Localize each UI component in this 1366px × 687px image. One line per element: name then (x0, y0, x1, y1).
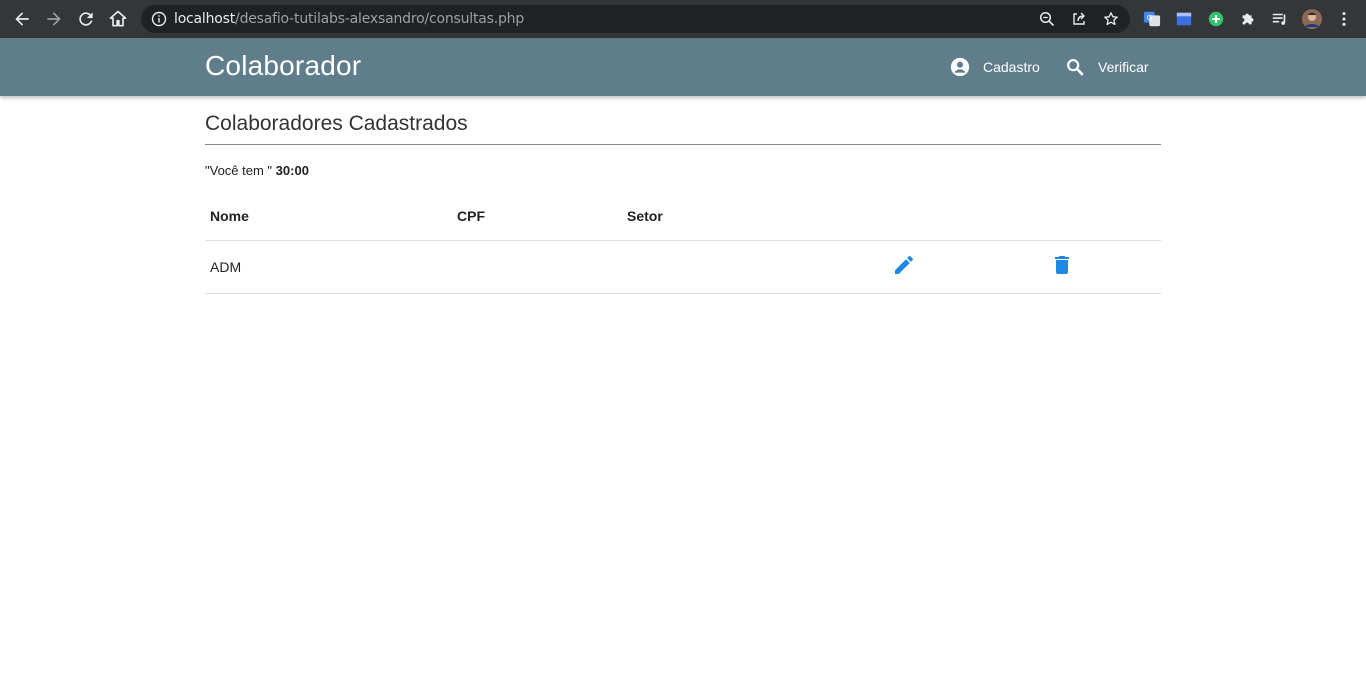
extensions-puzzle-icon[interactable] (1238, 9, 1258, 29)
back-icon[interactable] (10, 7, 34, 31)
bookmark-star-icon[interactable] (1103, 11, 1119, 27)
app-header: Colaborador Cadastro Verificar (0, 38, 1366, 96)
url-text: localhost/desafio-tutilabs-alexsandro/co… (174, 11, 524, 27)
nav-verificar-label: Verificar (1098, 59, 1149, 75)
cell-nome: ADM (205, 240, 452, 294)
nav-verificar[interactable]: Verificar (1064, 38, 1149, 96)
nav-cadastro-label: Cadastro (983, 59, 1040, 75)
translate-extension-icon[interactable]: G (1142, 9, 1162, 29)
table-row: ADM (205, 240, 1161, 294)
session-timer: "Você tem " 30:00 (205, 163, 309, 178)
nav-cadastro[interactable]: Cadastro (949, 38, 1040, 96)
profile-avatar[interactable] (1302, 9, 1322, 29)
title-divider (205, 144, 1161, 145)
cell-cpf (452, 240, 622, 294)
column-header-nome: Nome (205, 193, 452, 241)
timer-value: 30:00 (275, 163, 309, 178)
timer-prefix: "Você tem " (205, 163, 273, 178)
home-icon[interactable] (106, 7, 130, 31)
forward-icon[interactable] (42, 7, 66, 31)
column-header-setor: Setor (622, 193, 839, 241)
search-icon (1067, 59, 1084, 76)
collaborators-table: Nome CPF Setor ADM (205, 193, 1161, 294)
table-header-row: Nome CPF Setor (205, 193, 1161, 241)
add-extension-icon[interactable] (1206, 9, 1226, 29)
account-circle-icon (950, 57, 970, 77)
delete-icon[interactable] (1050, 253, 1074, 277)
page-title: Colaboradores Cadastrados (205, 112, 468, 135)
cell-setor (622, 240, 839, 294)
cell-edit (839, 240, 998, 294)
zoom-icon[interactable] (1039, 11, 1055, 27)
edit-icon[interactable] (892, 253, 916, 277)
url-host: localhost (174, 11, 236, 27)
reload-icon[interactable] (74, 7, 98, 31)
column-header-cpf: CPF (452, 193, 622, 241)
url-path: /desafio-tutilabs-alexsandro/consultas.p… (235, 11, 525, 27)
media-queue-icon[interactable] (1270, 9, 1290, 29)
address-bar[interactable]: localhost/desafio-tutilabs-alexsandro/co… (141, 5, 1130, 33)
cell-delete (998, 240, 1161, 294)
share-icon[interactable] (1071, 11, 1087, 27)
window-extension-icon[interactable] (1174, 9, 1194, 29)
info-icon[interactable] (151, 11, 167, 27)
browser-toolbar: localhost/desafio-tutilabs-alexsandro/co… (0, 0, 1366, 38)
column-header-delete (998, 193, 1161, 241)
browser-menu-icon[interactable] (1334, 9, 1354, 29)
column-header-edit (839, 193, 998, 241)
svg-text:G: G (1147, 13, 1153, 22)
brand-title[interactable]: Colaborador (205, 50, 361, 82)
